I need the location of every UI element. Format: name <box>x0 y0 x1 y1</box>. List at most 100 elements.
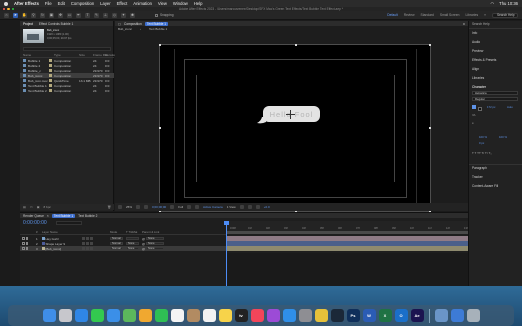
pickwhip-icon[interactable]: @ <box>142 242 145 246</box>
parent-dropdown[interactable]: None <box>146 236 165 241</box>
snapping-checkbox[interactable] <box>155 13 158 17</box>
visibility-eye-icon[interactable] <box>22 237 25 240</box>
current-time-display[interactable]: 0:00:00:00 <box>23 220 47 226</box>
workspace-standard[interactable]: Standard <box>421 13 434 17</box>
kerning-icon[interactable]: VA <box>472 113 476 117</box>
rectangle-tool-icon[interactable]: ▭ <box>67 12 72 18</box>
label-color-swatch[interactable] <box>49 59 52 62</box>
label-color-swatch[interactable] <box>49 64 52 67</box>
tab-effect-controls[interactable]: Effect Controls Bubble 1 <box>39 22 73 26</box>
layer-handle-tl[interactable] <box>159 44 161 46</box>
view-layout-dropdown[interactable]: 1 View <box>227 205 236 209</box>
comp-flowchart-icon[interactable] <box>255 205 260 209</box>
rotate-tool-icon[interactable]: ↻ <box>40 12 45 18</box>
project-search-input[interactable] <box>23 47 111 51</box>
layer-name-cell[interactable]: [Bub_iconc] <box>42 247 82 251</box>
project-item-row[interactable]: Text Bubble 2 Composition 24 0:0 <box>20 88 114 93</box>
type-tool-icon[interactable]: T <box>85 12 90 18</box>
trkmat-dropdown[interactable]: None <box>126 246 139 251</box>
menu-clock[interactable]: Thu 10:36 <box>499 1 518 6</box>
eraser-tool-icon[interactable]: ◇ <box>112 12 117 18</box>
contacts-icon[interactable] <box>186 309 200 322</box>
layer-duration-bar[interactable] <box>226 246 468 251</box>
bit-depth-label[interactable]: 8 bpc <box>44 205 51 209</box>
trkmat-dropdown[interactable]: None <box>126 241 139 246</box>
hand-tool-icon[interactable]: ✋ <box>22 12 27 18</box>
shy-switch-icon[interactable] <box>82 247 85 250</box>
fx-switch-icon[interactable] <box>90 242 93 245</box>
shy-switch-icon[interactable] <box>82 242 85 245</box>
brush-tool-icon[interactable]: ✎ <box>94 12 99 18</box>
facetime-icon[interactable] <box>154 309 168 322</box>
visibility-eye-icon[interactable] <box>22 247 25 250</box>
project-item-row[interactable]: Bubble 2 Composition 24 0:0 <box>20 63 114 68</box>
column-name[interactable]: Name <box>20 53 48 57</box>
exposure-value[interactable]: +0.0 <box>264 205 270 209</box>
panel-effects-presets[interactable]: Effects & Presets <box>472 58 496 62</box>
system-settings-icon[interactable] <box>298 309 312 322</box>
zoom-tool-icon[interactable]: ⚲ <box>31 12 36 18</box>
panel-character[interactable]: Character <box>472 85 486 89</box>
layer-switches[interactable] <box>82 247 110 250</box>
finder-icon[interactable] <box>42 309 56 322</box>
trash-icon[interactable]: 🗑 <box>107 205 111 209</box>
search-help-input[interactable]: Search Help <box>492 12 518 18</box>
composition-viewer[interactable] <box>159 44 431 212</box>
panel-tracker[interactable]: Tracker <box>472 175 483 179</box>
tab-render-queue[interactable]: Render Queue <box>23 214 44 218</box>
downloads-icon[interactable] <box>450 309 464 322</box>
menu-item-view[interactable]: View <box>158 1 167 6</box>
parent-dropdown[interactable]: None <box>146 246 165 251</box>
interpret-footage-icon[interactable]: ▤ <box>23 205 26 209</box>
stroke-width-icon[interactable]: ≡ <box>472 121 474 125</box>
baseline-shift-value[interactable]: 0 px <box>479 141 484 145</box>
work-area-bar[interactable] <box>226 231 468 234</box>
search-help-field[interactable]: Search Help <box>472 22 490 26</box>
magnification-dropdown[interactable]: 25% <box>126 205 132 209</box>
column-frame-rate[interactable]: Frame Rat <box>93 53 108 57</box>
roto-tool-icon[interactable]: ✦ <box>121 12 126 18</box>
project-item-row[interactable]: Bubble_c Composition 29.970 0:0 <box>20 68 114 73</box>
layer-name-cell[interactable]: Hey Gurlz <box>42 237 82 241</box>
workspace-small-screen[interactable]: Small Screen <box>440 13 460 17</box>
label-color-swatch[interactable] <box>49 74 52 77</box>
snapping-toggle[interactable]: Snapping <box>155 13 173 17</box>
av-switches[interactable] <box>20 242 36 245</box>
lock-icon[interactable] <box>25 237 29 240</box>
menu-item-file[interactable]: File <box>45 1 52 6</box>
shy-switch-icon[interactable] <box>82 237 85 240</box>
column-trkmat[interactable]: T TrkMat <box>126 230 142 234</box>
pickwhip-icon[interactable]: @ <box>142 247 145 251</box>
layer-handle-tc[interactable] <box>295 44 297 46</box>
blend-mode-dropdown[interactable]: Normal <box>110 241 123 246</box>
messages-icon[interactable] <box>90 309 104 322</box>
menu-item-help[interactable]: Help <box>194 1 203 6</box>
composition-lock-icon[interactable]: ▢ <box>118 22 121 26</box>
stamp-tool-icon[interactable]: ⊥ <box>103 12 108 18</box>
layer-switches[interactable] <box>82 242 110 245</box>
breadcrumb-text-bubble-1[interactable]: Text Bubble 1 <box>149 27 167 31</box>
project-item-row[interactable]: Bubble 1 Composition 24 0:0 <box>20 58 114 63</box>
notes-icon[interactable] <box>218 309 232 322</box>
trash-icon[interactable] <box>466 309 480 322</box>
safari-icon[interactable] <box>74 309 88 322</box>
layer-switches[interactable] <box>82 237 110 240</box>
panel-align[interactable]: Align <box>472 67 479 71</box>
menu-app-name[interactable]: After Effects <box>14 1 39 6</box>
timeline-close-icon[interactable]: × <box>47 214 49 218</box>
trkmat-dropdown[interactable] <box>126 236 139 241</box>
blend-mode-dropdown[interactable]: Normal <box>110 246 123 251</box>
panel-paragraph[interactable]: Paragraph <box>472 166 487 170</box>
column-layer-name[interactable]: Layer Name <box>42 230 82 234</box>
pen-tool-icon[interactable]: ✒ <box>76 12 81 18</box>
horizontal-scale-value[interactable]: 100 % <box>499 135 507 139</box>
fill-color-swatch[interactable] <box>472 105 476 109</box>
panel-info[interactable]: Info <box>472 31 477 35</box>
label-color-swatch[interactable] <box>49 69 52 72</box>
home-icon[interactable]: ⌂ <box>4 12 9 18</box>
collapse-switch-icon[interactable] <box>86 247 89 250</box>
launchpad-icon[interactable] <box>58 309 72 322</box>
photoshop-icon[interactable]: Ps <box>346 309 360 322</box>
column-type[interactable]: Type <box>53 53 79 57</box>
tab-composition[interactable]: Composition <box>124 22 142 26</box>
